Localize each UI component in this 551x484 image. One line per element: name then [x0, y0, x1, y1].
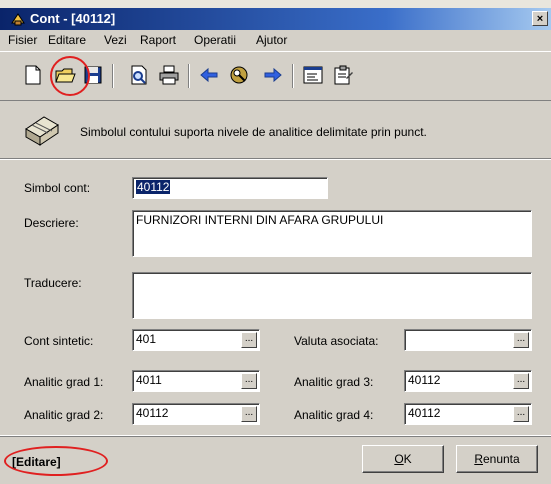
analitic-1-label: Analitic grad 1:: [24, 375, 104, 389]
info-band: Simbolul contului suporta nivele de anal…: [0, 101, 551, 159]
notes-icon[interactable]: [332, 64, 354, 86]
menu-operatii[interactable]: Operatii: [194, 33, 236, 47]
analitic-1-value: 4011: [136, 373, 162, 387]
valuta-label: Valuta asociata:: [294, 334, 379, 348]
properties-icon[interactable]: [302, 64, 324, 86]
toolbar-separator: [292, 64, 294, 88]
title-bar: Cont - [40112] ×: [0, 8, 551, 30]
menu-editare[interactable]: Editare: [48, 33, 86, 47]
card-file-icon: [25, 116, 59, 146]
ok-button[interactable]: OK: [362, 445, 444, 473]
descriere-input[interactable]: FURNIZORI INTERNI DIN AFARA GRUPULUI: [132, 210, 532, 257]
back-arrow-icon[interactable]: [198, 64, 220, 86]
analitic-4-value: 40112: [408, 406, 441, 420]
traducere-input[interactable]: [132, 272, 532, 319]
analitic-2-browse-button[interactable]: ...: [241, 406, 257, 422]
print-preview-icon[interactable]: [128, 64, 150, 86]
status-bar: [Editare] OK Renunta: [0, 436, 551, 484]
analitic-2-input[interactable]: 40112 ...: [132, 403, 260, 425]
analitic-1-input[interactable]: 4011 ...: [132, 370, 260, 392]
save-icon[interactable]: [82, 64, 104, 86]
new-document-icon[interactable]: [22, 64, 44, 86]
forward-arrow-icon[interactable]: [262, 64, 284, 86]
simbol-label: Simbol cont:: [24, 181, 91, 195]
cancel-label-rest: enunta: [482, 452, 520, 466]
app-icon: [11, 13, 25, 26]
toolbar: [0, 51, 551, 101]
simbol-value: 40112: [136, 180, 171, 194]
open-folder-icon[interactable]: [54, 64, 76, 86]
menu-raport[interactable]: Raport: [140, 33, 176, 47]
cancel-button[interactable]: Renunta: [456, 445, 538, 473]
simbol-input[interactable]: 40112: [132, 177, 328, 199]
analitic-4-label: Analitic grad 4:: [294, 408, 374, 422]
analitic-3-label: Analitic grad 3:: [294, 375, 374, 389]
traducere-label: Traducere:: [24, 276, 82, 290]
toolbar-separator: [188, 64, 190, 88]
menu-fisier[interactable]: Fisier: [8, 33, 37, 47]
analitic-3-input[interactable]: 40112 ...: [404, 370, 532, 392]
cont-sintetic-browse-button[interactable]: ...: [241, 332, 257, 348]
mode-label: [Editare]: [12, 455, 61, 469]
background-window-strip: [0, 0, 551, 8]
analitic-4-input[interactable]: 40112 ...: [404, 403, 532, 425]
info-text: Simbolul contului suporta nivele de anal…: [80, 125, 427, 139]
search-globe-icon[interactable]: [228, 64, 250, 86]
ok-label-rest: K: [403, 452, 412, 466]
print-icon[interactable]: [158, 64, 180, 86]
cont-sintetic-label: Cont sintetic:: [24, 334, 94, 348]
window-title: Cont - [40112]: [30, 11, 116, 26]
analitic-3-browse-button[interactable]: ...: [513, 373, 529, 389]
analitic-2-value: 40112: [136, 406, 169, 420]
cont-sintetic-input[interactable]: 401 ...: [132, 329, 260, 351]
valuta-browse-button[interactable]: ...: [513, 332, 529, 348]
ok-hotkey: O: [394, 452, 404, 466]
close-button[interactable]: ×: [532, 11, 548, 26]
analitic-2-label: Analitic grad 2:: [24, 408, 104, 422]
valuta-input[interactable]: ...: [404, 329, 532, 351]
analitic-4-browse-button[interactable]: ...: [513, 406, 529, 422]
analitic-1-browse-button[interactable]: ...: [241, 373, 257, 389]
account-form: Simbol cont: 40112 Descriere: FURNIZORI …: [0, 160, 551, 435]
descriere-label: Descriere:: [24, 216, 79, 230]
analitic-3-value: 40112: [408, 373, 441, 387]
menu-vezi[interactable]: Vezi: [104, 33, 127, 47]
cont-sintetic-value: 401: [136, 332, 157, 346]
menu-bar: Fisier Editare Vezi Raport Operatii Ajut…: [0, 30, 551, 51]
menu-ajutor[interactable]: Ajutor: [256, 33, 287, 47]
toolbar-separator: [112, 64, 114, 88]
cancel-hotkey: R: [474, 452, 483, 466]
